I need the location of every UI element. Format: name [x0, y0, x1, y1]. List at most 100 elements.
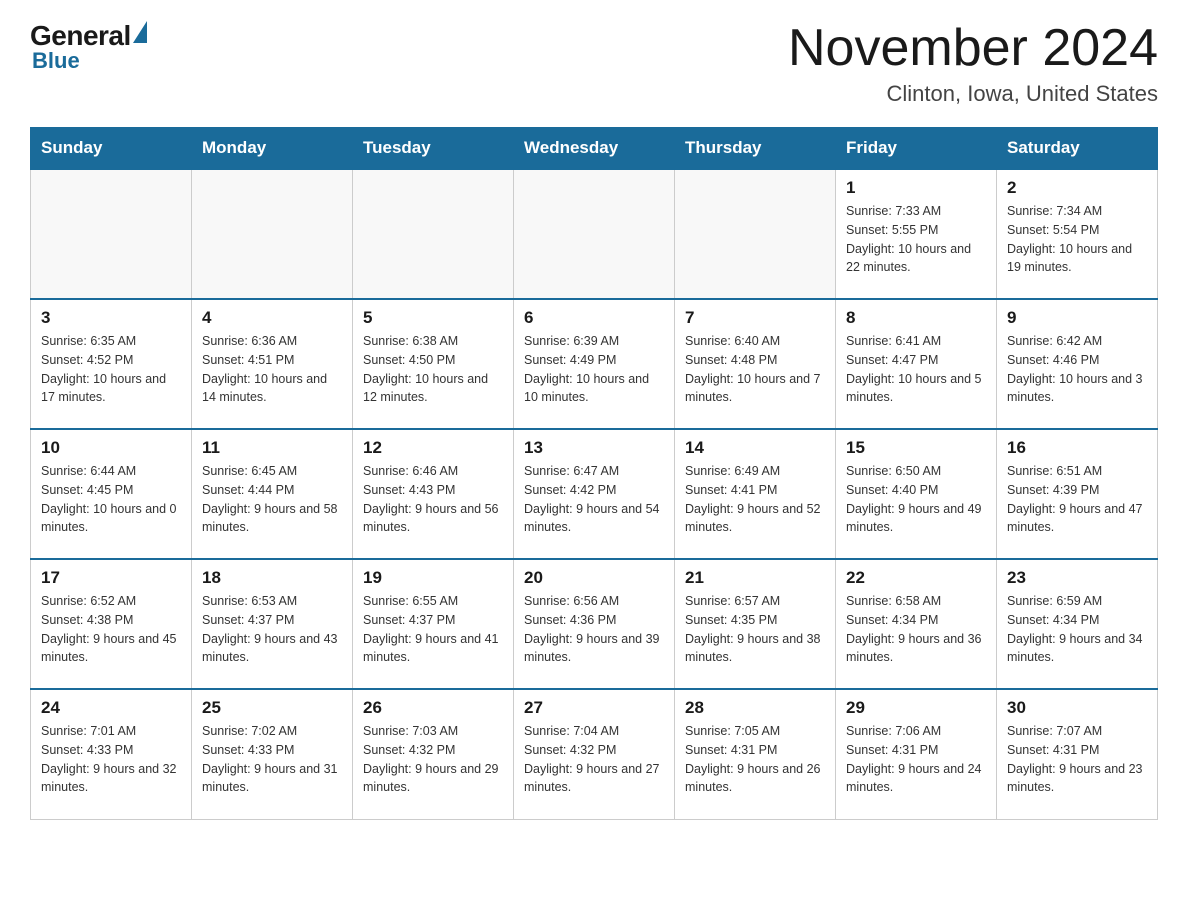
- calendar-cell-week4-day4: 21 Sunrise: 6:57 AM Sunset: 4:35 PM Dayli…: [675, 559, 836, 689]
- logo-triangle-icon: [133, 21, 147, 43]
- calendar-cell-week3-day6: 16Sunrise: 6:51 AM Sunset: 4:39 PM Dayli…: [997, 429, 1158, 559]
- day-info-20: Sunrise: 6:56 AM Sunset: 4:36 PM Dayligh…: [524, 592, 664, 667]
- day-number-11: 11: [202, 438, 342, 458]
- day-info-30: Sunrise: 7:07 AM Sunset: 4:31 PM Dayligh…: [1007, 722, 1147, 797]
- calendar-cell-week1-day5: 1 Sunrise: 7:33 AM Sunset: 5:55 PM Daylig…: [836, 169, 997, 299]
- day-number-24: 24: [41, 698, 181, 718]
- weekday-header-thursday: Thursday: [675, 128, 836, 170]
- day-number-13: 13: [524, 438, 664, 458]
- day-info-29: Sunrise: 7:06 AM Sunset: 4:31 PM Dayligh…: [846, 722, 986, 797]
- weekday-header-tuesday: Tuesday: [353, 128, 514, 170]
- day-number-12: 12: [363, 438, 503, 458]
- title-section: November 2024 Clinton, Iowa, United Stat…: [788, 20, 1158, 107]
- day-number-16: 16: [1007, 438, 1147, 458]
- weekday-header-friday: Friday: [836, 128, 997, 170]
- calendar-cell-week3-day5: 15 Sunrise: 6:50 AM Sunset: 4:40 PM Dayli…: [836, 429, 997, 559]
- day-info-8: Sunrise: 6:41 AM Sunset: 4:47 PM Dayligh…: [846, 332, 986, 407]
- calendar-cell-week2-day3: 6Sunrise: 6:39 AM Sunset: 4:49 PM Daylig…: [514, 299, 675, 429]
- week-row-1: 1 Sunrise: 7:33 AM Sunset: 5:55 PM Daylig…: [31, 169, 1158, 299]
- calendar-cell-week2-day1: 4 Sunrise: 6:36 AM Sunset: 4:51 PM Daylig…: [192, 299, 353, 429]
- day-info-18: Sunrise: 6:53 AM Sunset: 4:37 PM Dayligh…: [202, 592, 342, 667]
- day-number-2: 2: [1007, 178, 1147, 198]
- calendar-cell-week2-day2: 5 Sunrise: 6:38 AM Sunset: 4:50 PM Daylig…: [353, 299, 514, 429]
- day-number-30: 30: [1007, 698, 1147, 718]
- calendar-body: 1 Sunrise: 7:33 AM Sunset: 5:55 PM Daylig…: [31, 169, 1158, 819]
- day-info-10: Sunrise: 6:44 AM Sunset: 4:45 PM Dayligh…: [41, 462, 181, 537]
- day-number-28: 28: [685, 698, 825, 718]
- day-number-25: 25: [202, 698, 342, 718]
- day-number-27: 27: [524, 698, 664, 718]
- calendar-cell-week2-day0: 3Sunrise: 6:35 AM Sunset: 4:52 PM Daylig…: [31, 299, 192, 429]
- day-number-5: 5: [363, 308, 503, 328]
- day-number-7: 7: [685, 308, 825, 328]
- month-year-title: November 2024: [788, 20, 1158, 77]
- calendar-cell-week2-day6: 9Sunrise: 6:42 AM Sunset: 4:46 PM Daylig…: [997, 299, 1158, 429]
- day-info-2: Sunrise: 7:34 AM Sunset: 5:54 PM Dayligh…: [1007, 202, 1147, 277]
- day-number-15: 15: [846, 438, 986, 458]
- calendar-cell-week5-day4: 28Sunrise: 7:05 AM Sunset: 4:31 PM Dayli…: [675, 689, 836, 819]
- day-number-21: 21: [685, 568, 825, 588]
- day-number-3: 3: [41, 308, 181, 328]
- day-info-9: Sunrise: 6:42 AM Sunset: 4:46 PM Dayligh…: [1007, 332, 1147, 407]
- calendar-cell-week2-day5: 8Sunrise: 6:41 AM Sunset: 4:47 PM Daylig…: [836, 299, 997, 429]
- calendar-cell-week4-day5: 22 Sunrise: 6:58 AM Sunset: 4:34 PM Dayli…: [836, 559, 997, 689]
- calendar-cell-week3-day3: 13Sunrise: 6:47 AM Sunset: 4:42 PM Dayli…: [514, 429, 675, 559]
- day-info-7: Sunrise: 6:40 AM Sunset: 4:48 PM Dayligh…: [685, 332, 825, 407]
- calendar-cell-week3-day4: 14 Sunrise: 6:49 AM Sunset: 4:41 PM Dayli…: [675, 429, 836, 559]
- calendar-table: SundayMondayTuesdayWednesdayThursdayFrid…: [30, 127, 1158, 820]
- calendar-cell-week5-day2: 26 Sunrise: 7:03 AM Sunset: 4:32 PM Dayli…: [353, 689, 514, 819]
- day-info-1: Sunrise: 7:33 AM Sunset: 5:55 PM Dayligh…: [846, 202, 986, 277]
- calendar-cell-week4-day1: 18Sunrise: 6:53 AM Sunset: 4:37 PM Dayli…: [192, 559, 353, 689]
- calendar-cell-week5-day0: 24Sunrise: 7:01 AM Sunset: 4:33 PM Dayli…: [31, 689, 192, 819]
- weekday-header-monday: Monday: [192, 128, 353, 170]
- calendar-cell-week4-day2: 19 Sunrise: 6:55 AM Sunset: 4:37 PM Dayli…: [353, 559, 514, 689]
- calendar-cell-week1-day4: [675, 169, 836, 299]
- day-number-26: 26: [363, 698, 503, 718]
- day-number-17: 17: [41, 568, 181, 588]
- day-info-17: Sunrise: 6:52 AM Sunset: 4:38 PM Dayligh…: [41, 592, 181, 667]
- calendar-cell-week4-day3: 20 Sunrise: 6:56 AM Sunset: 4:36 PM Dayli…: [514, 559, 675, 689]
- day-number-22: 22: [846, 568, 986, 588]
- day-info-11: Sunrise: 6:45 AM Sunset: 4:44 PM Dayligh…: [202, 462, 342, 537]
- calendar-cell-week3-day1: 11 Sunrise: 6:45 AM Sunset: 4:44 PM Dayli…: [192, 429, 353, 559]
- day-number-10: 10: [41, 438, 181, 458]
- day-number-29: 29: [846, 698, 986, 718]
- location-subtitle: Clinton, Iowa, United States: [788, 81, 1158, 107]
- day-info-25: Sunrise: 7:02 AM Sunset: 4:33 PM Dayligh…: [202, 722, 342, 797]
- calendar-cell-week3-day2: 12 Sunrise: 6:46 AM Sunset: 4:43 PM Dayli…: [353, 429, 514, 559]
- logo-blue-text: Blue: [32, 48, 147, 74]
- week-row-2: 3Sunrise: 6:35 AM Sunset: 4:52 PM Daylig…: [31, 299, 1158, 429]
- calendar-cell-week3-day0: 10 Sunrise: 6:44 AM Sunset: 4:45 PM Dayli…: [31, 429, 192, 559]
- day-info-12: Sunrise: 6:46 AM Sunset: 4:43 PM Dayligh…: [363, 462, 503, 537]
- calendar-cell-week5-day1: 25 Sunrise: 7:02 AM Sunset: 4:33 PM Dayli…: [192, 689, 353, 819]
- week-row-5: 24Sunrise: 7:01 AM Sunset: 4:33 PM Dayli…: [31, 689, 1158, 819]
- day-info-21: Sunrise: 6:57 AM Sunset: 4:35 PM Dayligh…: [685, 592, 825, 667]
- day-number-4: 4: [202, 308, 342, 328]
- weekday-header-wednesday: Wednesday: [514, 128, 675, 170]
- day-info-14: Sunrise: 6:49 AM Sunset: 4:41 PM Dayligh…: [685, 462, 825, 537]
- calendar-cell-week5-day3: 27 Sunrise: 7:04 AM Sunset: 4:32 PM Dayli…: [514, 689, 675, 819]
- day-number-14: 14: [685, 438, 825, 458]
- weekday-header-row: SundayMondayTuesdayWednesdayThursdayFrid…: [31, 128, 1158, 170]
- day-number-19: 19: [363, 568, 503, 588]
- calendar-cell-week4-day6: 23Sunrise: 6:59 AM Sunset: 4:34 PM Dayli…: [997, 559, 1158, 689]
- day-number-1: 1: [846, 178, 986, 198]
- day-info-26: Sunrise: 7:03 AM Sunset: 4:32 PM Dayligh…: [363, 722, 503, 797]
- day-info-27: Sunrise: 7:04 AM Sunset: 4:32 PM Dayligh…: [524, 722, 664, 797]
- day-number-23: 23: [1007, 568, 1147, 588]
- day-number-6: 6: [524, 308, 664, 328]
- calendar-cell-week2-day4: 7 Sunrise: 6:40 AM Sunset: 4:48 PM Daylig…: [675, 299, 836, 429]
- day-info-5: Sunrise: 6:38 AM Sunset: 4:50 PM Dayligh…: [363, 332, 503, 407]
- weekday-header-sunday: Sunday: [31, 128, 192, 170]
- day-info-15: Sunrise: 6:50 AM Sunset: 4:40 PM Dayligh…: [846, 462, 986, 537]
- day-number-20: 20: [524, 568, 664, 588]
- week-row-4: 17 Sunrise: 6:52 AM Sunset: 4:38 PM Dayli…: [31, 559, 1158, 689]
- logo: General Blue: [30, 20, 147, 74]
- day-info-22: Sunrise: 6:58 AM Sunset: 4:34 PM Dayligh…: [846, 592, 986, 667]
- day-info-19: Sunrise: 6:55 AM Sunset: 4:37 PM Dayligh…: [363, 592, 503, 667]
- calendar-cell-week5-day5: 29 Sunrise: 7:06 AM Sunset: 4:31 PM Dayli…: [836, 689, 997, 819]
- calendar-cell-week1-day1: [192, 169, 353, 299]
- day-info-4: Sunrise: 6:36 AM Sunset: 4:51 PM Dayligh…: [202, 332, 342, 407]
- page-header: General Blue November 2024 Clinton, Iowa…: [30, 20, 1158, 107]
- week-row-3: 10 Sunrise: 6:44 AM Sunset: 4:45 PM Dayli…: [31, 429, 1158, 559]
